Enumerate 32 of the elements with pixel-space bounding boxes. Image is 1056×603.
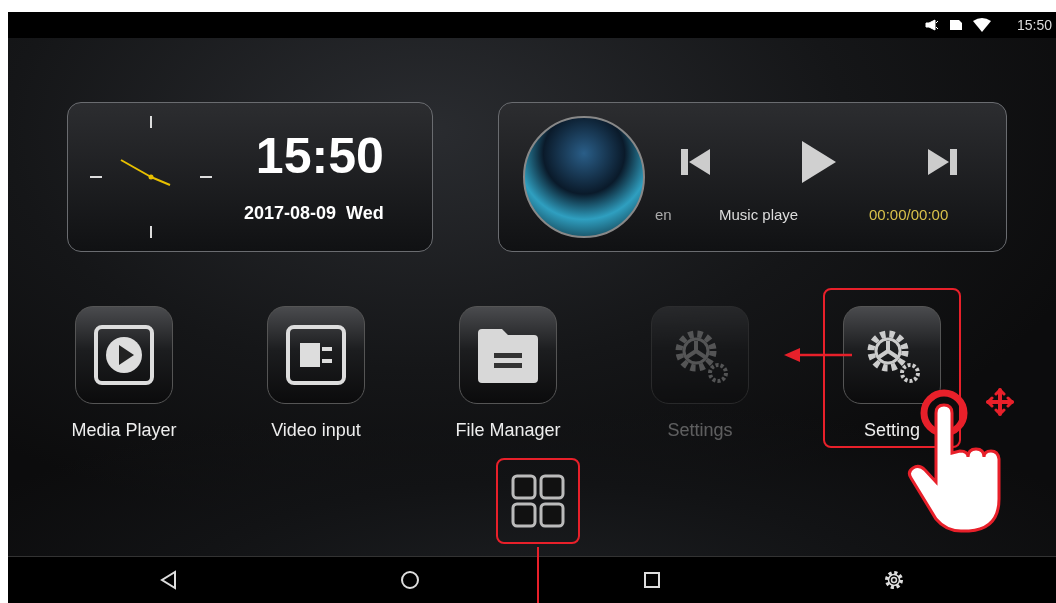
clock-widget[interactable]: 15:50 2017-08-09 Wed bbox=[67, 102, 433, 252]
app-label: File Manager bbox=[455, 420, 561, 441]
settings-button[interactable] bbox=[883, 569, 906, 591]
annotation-arrow bbox=[784, 348, 852, 362]
recents-button[interactable] bbox=[641, 570, 662, 590]
app-shortcut[interactable]: File Manager bbox=[439, 288, 577, 448]
folder-icon bbox=[476, 327, 540, 383]
music-source-label: Music playe bbox=[719, 205, 800, 223]
previous-track-button[interactable] bbox=[681, 147, 711, 176]
app-label: Media Player bbox=[71, 420, 177, 441]
next-track-button[interactable] bbox=[927, 147, 957, 176]
wifi-icon bbox=[972, 18, 991, 32]
app-label: Settings bbox=[667, 420, 733, 441]
track-title: en bbox=[655, 205, 673, 223]
app-label: Video input bbox=[271, 420, 361, 441]
app-drawer-button[interactable] bbox=[496, 458, 580, 544]
sd-card-icon bbox=[948, 19, 963, 31]
play-button[interactable] bbox=[801, 139, 837, 184]
speaker-icon bbox=[924, 19, 939, 31]
leader-line bbox=[537, 547, 539, 603]
clock-date: 2017-08-09 bbox=[244, 202, 337, 224]
playback-time: 00:00/00:00 bbox=[869, 205, 949, 223]
clock-weekday: Wed bbox=[346, 202, 384, 224]
home-button[interactable] bbox=[400, 570, 421, 590]
app-label: Setting bbox=[863, 420, 920, 441]
video-input-icon bbox=[286, 325, 346, 385]
back-button[interactable] bbox=[158, 570, 179, 590]
app-shortcut[interactable]: Media Player bbox=[55, 288, 193, 448]
app-shortcut[interactable]: Video input bbox=[247, 288, 385, 448]
clock-time: 15:50 bbox=[255, 130, 384, 181]
status-time: 15:50 bbox=[1016, 17, 1052, 33]
app-shortcut[interactable]: Setting bbox=[823, 288, 961, 448]
